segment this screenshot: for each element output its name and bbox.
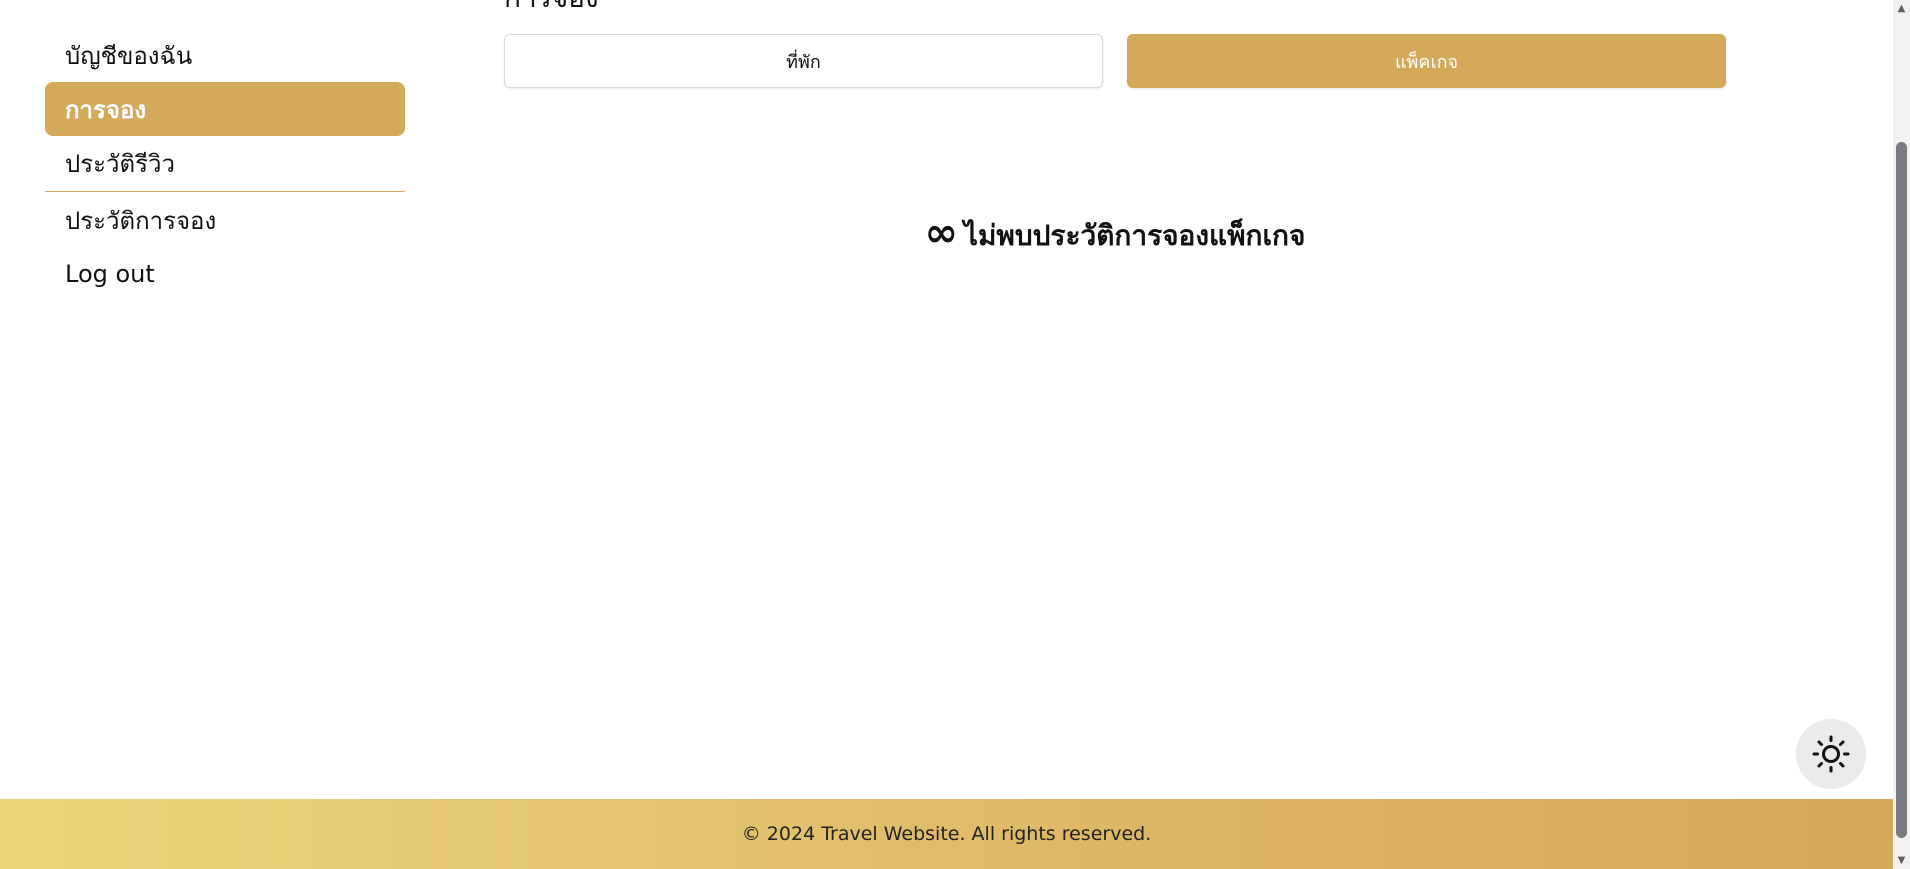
sidebar-item-bookings[interactable]: การจอง	[45, 82, 405, 136]
booking-tabs: ที่พัก แพ็คเกจ	[504, 34, 1726, 88]
sidebar-item-logout[interactable]: Log out	[45, 247, 405, 301]
footer-copyright: © 2024 Travel Website. All rights reserv…	[741, 823, 1152, 845]
page-title: การจอง	[504, 0, 599, 20]
footer: © 2024 Travel Website. All rights reserv…	[0, 799, 1893, 869]
sidebar-item-review-history[interactable]: ประวัติรีวิว	[45, 136, 405, 190]
scroll-up-icon[interactable]: ▲	[1893, 0, 1910, 17]
scroll-thumb[interactable]	[1896, 142, 1907, 838]
sidebar: บัญชีของฉัน การจอง ประวัติรีวิว ประวัติก…	[45, 28, 405, 301]
tab-package[interactable]: แพ็คเกจ	[1127, 34, 1726, 88]
sun-icon	[1812, 735, 1850, 773]
sidebar-item-my-account[interactable]: บัญชีของฉัน	[45, 28, 405, 82]
sidebar-item-booking-history[interactable]: ประวัติการจอง	[45, 193, 405, 247]
theme-toggle-button[interactable]	[1796, 719, 1866, 789]
page-scrollbar[interactable]: ▲ ▼	[1893, 0, 1910, 869]
page: การจอง บัญชีของฉัน การจอง ประวัติรีวิว ป…	[0, 0, 1893, 869]
empty-state-message: ไม่พบประวัติการจองแพ็กเกจ	[963, 219, 1306, 252]
tab-accommodation[interactable]: ที่พัก	[504, 34, 1103, 88]
sidebar-divider	[45, 191, 405, 192]
scroll-down-icon[interactable]: ▼	[1893, 852, 1910, 869]
infinity-icon: ∞	[924, 210, 958, 256]
empty-state: ∞ ไม่พบประวัติการจองแพ็กเกจ	[504, 210, 1726, 258]
